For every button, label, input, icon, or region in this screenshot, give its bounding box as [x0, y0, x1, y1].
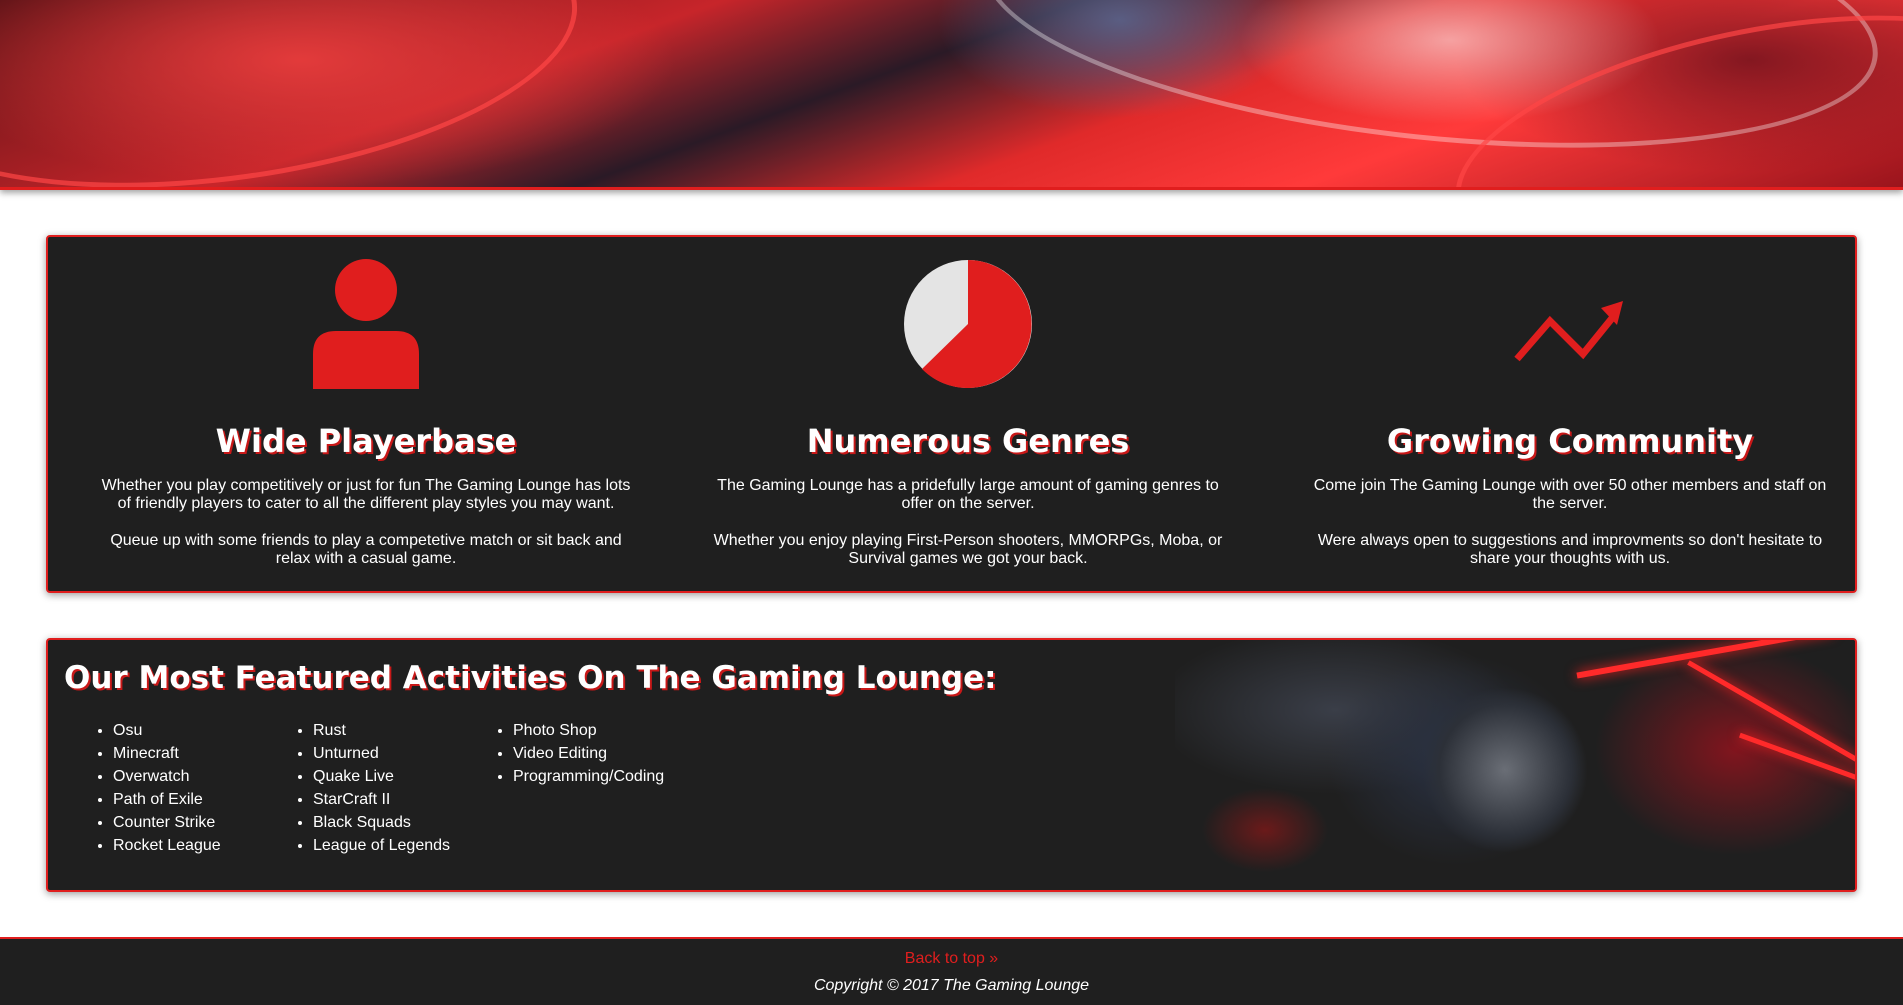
list-item: Rust — [313, 719, 450, 742]
feature-title: Wide Playerbase — [215, 422, 517, 460]
copyright-text: Copyright © 2017 The Gaming Lounge — [813, 977, 1090, 994]
list-item: Osu — [113, 719, 221, 742]
feature-title: Growing Community — [1386, 422, 1754, 460]
list-item: Overwatch — [113, 765, 221, 788]
feature-title: Numerous Genres — [806, 422, 1130, 460]
activities-list: Photo Shop Video Editing Programming/Cod… — [493, 719, 664, 788]
list-item: League of Legends — [313, 834, 450, 857]
trending-up-icon — [1514, 301, 1623, 362]
list-item: Rocket League — [113, 834, 221, 857]
list-item: Quake Live — [313, 765, 450, 788]
hero-banner — [0, 0, 1903, 190]
list-item: Minecraft — [113, 742, 221, 765]
list-item: Photo Shop — [513, 719, 664, 742]
list-item: Video Editing — [513, 742, 664, 765]
user-icon — [313, 259, 419, 389]
back-to-top-link[interactable]: Back to top » — [0, 950, 1903, 968]
list-item: StarCraft II — [313, 788, 450, 811]
feature-text: Whether you enjoy playing First-Person s… — [713, 532, 1223, 567]
pie-chart-icon — [904, 260, 1032, 388]
robot-artwork — [1175, 640, 1855, 890]
list-item: Path of Exile — [113, 788, 221, 811]
activities-title: Our Most Featured Activities On The Gami… — [64, 660, 997, 696]
activities-panel: Our Most Featured Activities On The Gami… — [46, 638, 1857, 892]
features-panel: Wide Playerbase Whether you play competi… — [46, 235, 1857, 593]
list-item: Unturned — [313, 742, 450, 765]
feature-text: The Gaming Lounge has a pridefully large… — [717, 477, 1219, 512]
feature-text: Were always open to suggestions and impr… — [1317, 532, 1823, 567]
feature-genres: Numerous Genres The Gaming Lounge has a … — [683, 237, 1253, 591]
feature-community: Growing Community Come join The Gaming L… — [1285, 237, 1855, 591]
feature-playerbase: Wide Playerbase Whether you play competi… — [81, 237, 651, 591]
list-item: Programming/Coding — [513, 765, 664, 788]
feature-text: Whether you play competitively or just f… — [101, 477, 631, 512]
list-item: Black Squads — [313, 811, 450, 834]
feature-text: Queue up with some friends to play a com… — [110, 532, 622, 567]
activities-list: Rust Unturned Quake Live StarCraft II Bl… — [293, 719, 450, 857]
feature-text: Come join The Gaming Lounge with over 50… — [1313, 477, 1827, 512]
site-footer: Back to top » Copyright © 2017 The Gamin… — [0, 937, 1903, 1005]
activities-list: Osu Minecraft Overwatch Path of Exile Co… — [93, 719, 221, 857]
list-item: Counter Strike — [113, 811, 221, 834]
